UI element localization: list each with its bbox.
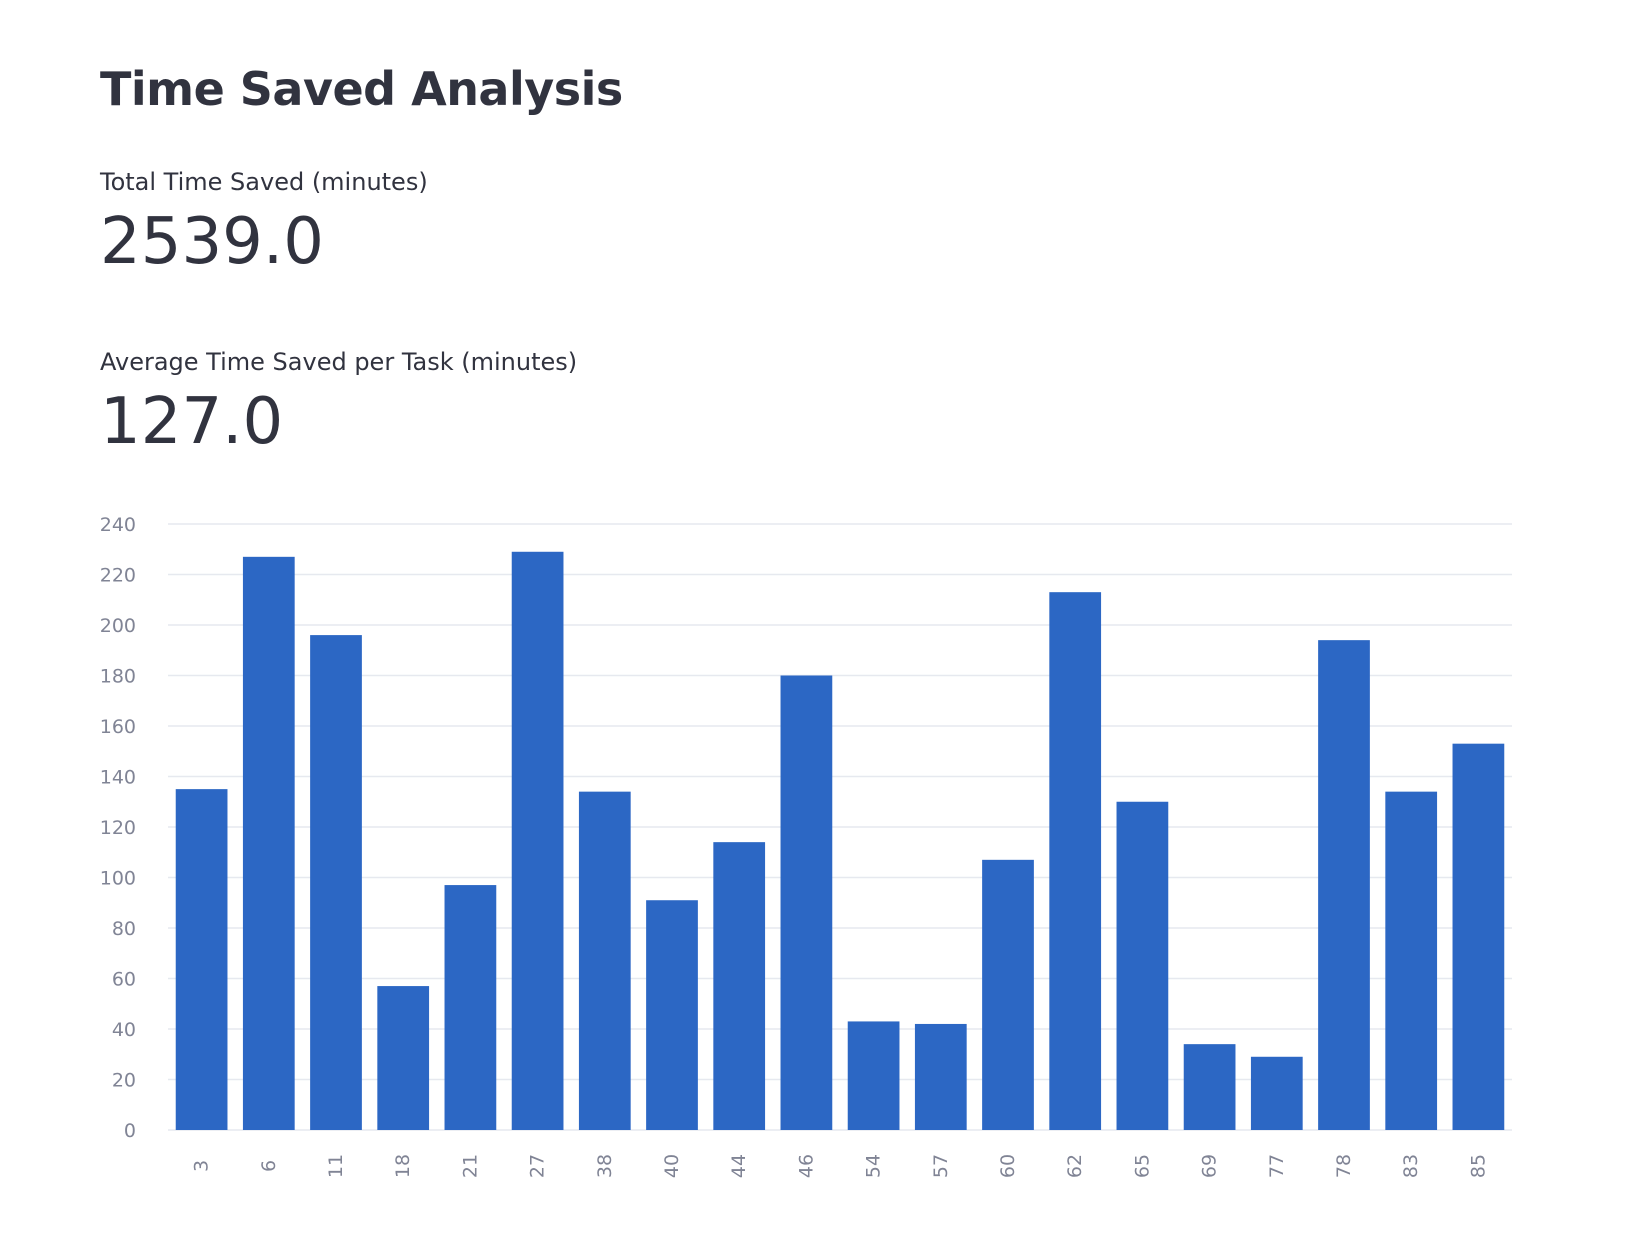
x-tick-label: 78 bbox=[1333, 1154, 1355, 1178]
bar-54[interactable] bbox=[847, 1021, 900, 1130]
x-tick-label: 46 bbox=[795, 1154, 817, 1178]
x-tick-label: 21 bbox=[459, 1154, 481, 1178]
bar-11[interactable] bbox=[310, 635, 362, 1130]
grid-lines bbox=[168, 523, 1512, 1131]
bar-38[interactable] bbox=[578, 791, 631, 1130]
bar-62[interactable] bbox=[1049, 592, 1102, 1130]
y-tick-label: 120 bbox=[100, 817, 136, 839]
bar-6[interactable] bbox=[242, 556, 295, 1130]
y-tick-label: 220 bbox=[100, 565, 136, 587]
y-axis-ticks: 0 20 40 60 80 100 120 140 160 180 200 220 240 bbox=[100, 514, 136, 1142]
bar-46[interactable] bbox=[780, 675, 833, 1131]
x-tick-label: 57 bbox=[930, 1154, 952, 1178]
bar-44[interactable] bbox=[713, 842, 766, 1130]
x-tick-label: 18 bbox=[392, 1154, 414, 1178]
x-tick-label: 60 bbox=[997, 1154, 1019, 1178]
x-tick-label: 65 bbox=[1131, 1154, 1153, 1178]
x-tick-label: 69 bbox=[1199, 1154, 1221, 1178]
bars bbox=[175, 551, 1505, 1131]
bar-27[interactable] bbox=[511, 551, 564, 1130]
bar-57[interactable] bbox=[914, 1023, 967, 1130]
x-tick-label: 6 bbox=[258, 1160, 280, 1172]
page: Time Saved Analysis Total Time Saved (mi… bbox=[0, 0, 1632, 1256]
y-tick-label: 160 bbox=[100, 716, 136, 738]
bar-77[interactable] bbox=[1250, 1056, 1303, 1130]
y-tick-label: 200 bbox=[100, 615, 136, 637]
bar-60[interactable] bbox=[982, 859, 1034, 1130]
y-tick-label: 180 bbox=[100, 666, 136, 688]
bar-69[interactable] bbox=[1183, 1044, 1236, 1130]
y-tick-label: 0 bbox=[124, 1120, 136, 1142]
y-tick-label: 40 bbox=[112, 1019, 136, 1041]
x-tick-label: 11 bbox=[325, 1154, 347, 1178]
y-tick-label: 60 bbox=[112, 969, 136, 991]
bar-65[interactable] bbox=[1116, 801, 1169, 1130]
bar-78[interactable] bbox=[1318, 640, 1370, 1130]
y-tick-label: 240 bbox=[100, 514, 136, 536]
x-tick-label: 3 bbox=[191, 1160, 213, 1172]
x-tick-label: 27 bbox=[527, 1154, 549, 1178]
x-tick-label: 62 bbox=[1064, 1154, 1086, 1178]
y-tick-label: 140 bbox=[100, 767, 136, 789]
x-tick-label: 83 bbox=[1400, 1154, 1422, 1178]
x-tick-label: 54 bbox=[863, 1154, 885, 1178]
bar-18[interactable] bbox=[377, 986, 430, 1130]
x-tick-label: 85 bbox=[1467, 1154, 1489, 1178]
bar-chart: 0 20 40 60 80 100 120 140 160 180 200 220 240 3 6 11 18… bbox=[100, 514, 1512, 1178]
y-tick-label: 80 bbox=[112, 918, 136, 940]
bar-83[interactable] bbox=[1385, 791, 1438, 1130]
bar-21[interactable] bbox=[444, 885, 497, 1130]
bar-40[interactable] bbox=[646, 900, 698, 1130]
x-tick-label: 77 bbox=[1266, 1154, 1288, 1178]
y-tick-label: 20 bbox=[112, 1070, 136, 1092]
y-tick-label: 100 bbox=[100, 868, 136, 890]
x-tick-label: 44 bbox=[728, 1154, 750, 1178]
x-tick-label: 40 bbox=[661, 1154, 683, 1178]
bar-3[interactable] bbox=[175, 789, 228, 1130]
bar-85[interactable] bbox=[1452, 743, 1505, 1130]
x-tick-label: 38 bbox=[594, 1154, 616, 1178]
x-axis-ticks: 3 6 11 18 21 27 38 40 44 46 54 57 60 62 65 69 77 78 83 85 bbox=[191, 1154, 1490, 1178]
